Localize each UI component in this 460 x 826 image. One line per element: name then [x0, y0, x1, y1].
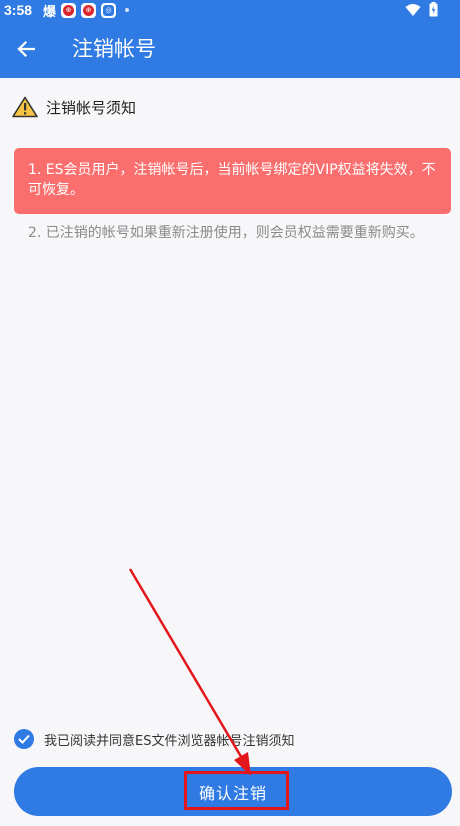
fire-notification-icon: 爆 — [43, 4, 57, 20]
status-bar: 3:58 爆 ⊕ ⊕ ◎ — [0, 0, 460, 20]
page-title: 注销帐号 — [72, 37, 156, 61]
app-notification-icon: ◎ — [101, 2, 117, 18]
app-notification-icon: ⊕ — [81, 2, 97, 18]
agreement-label: 我已阅读并同意ES文件浏览器帐号注销须知 — [44, 733, 295, 749]
arrow-left-icon — [17, 40, 35, 58]
battery-icon — [429, 2, 438, 17]
app-bar: 注销帐号 — [0, 20, 460, 78]
notice-item-re-register: 2. 已注销的帐号如果重新注册使用，则会员权益需要重新购买。 — [28, 225, 424, 241]
annotation-arrow — [128, 568, 251, 776]
notice-title: 注销帐号须知 — [46, 98, 137, 117]
app-notification-icon: ⊕ — [61, 2, 77, 18]
confirm-cancel-account-button[interactable]: 确认注销 — [14, 767, 452, 816]
warning-icon — [12, 96, 38, 118]
more-notifications-dot-icon — [125, 8, 130, 12]
check-icon — [18, 734, 30, 744]
wifi-icon — [405, 3, 421, 16]
status-time: 3:58 — [4, 2, 33, 18]
notice-item-vip-warning: 1. ES会员用户，注销帐号后，当前帐号绑定的VIP权益将失效，不可恢复。 — [14, 148, 451, 214]
agreement-checkbox[interactable] — [14, 729, 34, 749]
agreement-row[interactable]: 我已阅读并同意ES文件浏览器帐号注销须知 — [14, 729, 294, 749]
notification-icons: 爆 ⊕ ⊕ ◎ — [43, 2, 130, 20]
notice-header: 注销帐号须知 — [12, 96, 136, 118]
back-button[interactable] — [10, 34, 42, 64]
